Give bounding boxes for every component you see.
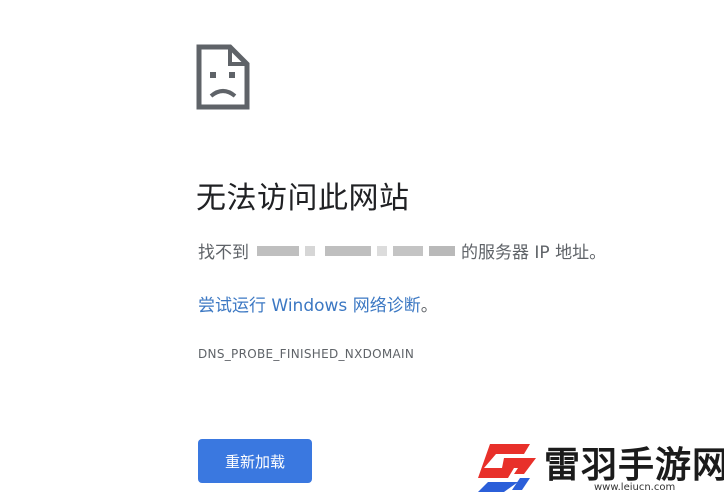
suggestion-period: 。 bbox=[420, 296, 438, 316]
error-message: 找不到 的服务器 IP 地址。 bbox=[198, 238, 606, 263]
watermark-brand: 雷羽手游网 bbox=[544, 444, 724, 486]
reload-button[interactable]: 重新加载 bbox=[198, 439, 312, 483]
error-message-suffix: 的服务器 IP 地址。 bbox=[461, 243, 607, 263]
error-page: 无法访问此网站 找不到 的服务器 IP 地址。 尝试运行 Windows 网络诊… bbox=[0, 0, 724, 500]
sad-page-icon bbox=[196, 44, 250, 110]
suggestion-line: 尝试运行 Windows 网络诊断。 bbox=[198, 291, 438, 316]
error-title: 无法访问此网站 bbox=[196, 181, 410, 216]
brand-logo-icon bbox=[478, 444, 536, 492]
redacted-domain bbox=[251, 240, 459, 262]
watermark-url: www.leiucn.com bbox=[594, 482, 676, 493]
error-code: DNS_PROBE_FINISHED_NXDOMAIN bbox=[198, 347, 415, 361]
watermark: 雷羽手游网 www.leiucn.com bbox=[474, 436, 724, 496]
network-diagnostics-link[interactable]: 尝试运行 Windows 网络诊断 bbox=[198, 296, 421, 316]
error-message-prefix: 找不到 bbox=[198, 243, 249, 263]
